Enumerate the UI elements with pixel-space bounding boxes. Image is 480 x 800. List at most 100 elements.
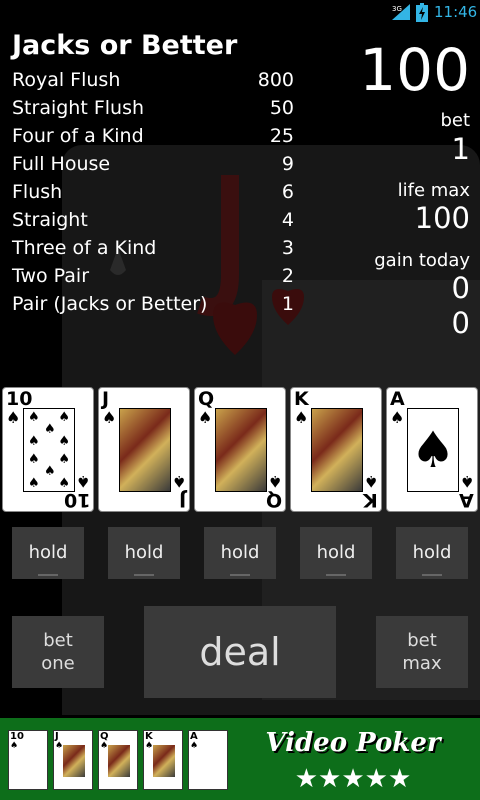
card-rank: J bbox=[178, 489, 186, 511]
card-queen-spades[interactable]: Q ♠ ♠ Q bbox=[194, 387, 286, 512]
card-10-spades[interactable]: 10 ♠ ♠ ♠ ♠ ♠ ♠ ♠ ♠ ♠ ♠ ♠ ♠ 10 bbox=[2, 387, 94, 512]
credits-value: 100 bbox=[359, 36, 470, 104]
hold-indicator bbox=[326, 574, 346, 576]
hold-button-1[interactable]: hold bbox=[12, 527, 84, 579]
hold-label: hold bbox=[28, 542, 68, 563]
hand-name: Flush bbox=[12, 181, 63, 203]
spade-icon: ♠ bbox=[28, 410, 40, 425]
spade-icon: ♠ bbox=[10, 741, 19, 751]
mini-card: K ♠ bbox=[143, 730, 183, 790]
spade-icon: ♠ bbox=[390, 408, 405, 427]
card-rank: 10 bbox=[6, 388, 33, 410]
hold-indicator bbox=[38, 574, 58, 576]
bet-label: bet bbox=[440, 110, 470, 131]
spade-icon: ♠ bbox=[171, 472, 186, 491]
status-bar: 3G 11:46 bbox=[0, 0, 480, 25]
paytable-row: Straight 4 bbox=[12, 209, 294, 237]
paytable-row: Flush 6 bbox=[12, 181, 294, 209]
bet-max-button[interactable]: bet max bbox=[376, 616, 468, 688]
hand-payout: 1 bbox=[281, 293, 294, 315]
spade-icon: ♠ bbox=[28, 452, 40, 467]
hold-indicator bbox=[422, 574, 442, 576]
life-max-value: 100 bbox=[414, 201, 470, 235]
spade-icon: ♠ bbox=[190, 741, 199, 751]
queen-portrait bbox=[215, 408, 267, 492]
hand-name: Full House bbox=[12, 153, 111, 175]
hold-button-2[interactable]: hold bbox=[108, 527, 180, 579]
card-rank: K bbox=[294, 388, 309, 410]
spade-icon: ♠ bbox=[44, 422, 56, 437]
spade-icon: ♠ bbox=[145, 741, 154, 751]
hand-payout: 50 bbox=[269, 97, 294, 119]
hand-name: Straight Flush bbox=[12, 97, 145, 119]
card-rank: 10 bbox=[63, 489, 90, 511]
game-title: Jacks or Better bbox=[12, 30, 238, 61]
card-rank: J bbox=[102, 388, 110, 410]
spade-icon: ♠ bbox=[294, 408, 309, 427]
hold-button-3[interactable]: hold bbox=[204, 527, 276, 579]
mini-card: Q ♠ bbox=[98, 730, 138, 790]
hand-payout: 3 bbox=[281, 237, 294, 259]
spade-icon: ♠ bbox=[198, 408, 213, 427]
life-max-label: life max bbox=[397, 180, 470, 201]
hand-payout: 9 bbox=[281, 153, 294, 175]
hold-button-4[interactable]: hold bbox=[300, 527, 372, 579]
spade-icon: ♠ bbox=[410, 421, 456, 479]
svg-text:3G: 3G bbox=[392, 5, 402, 13]
mini-card: A ♠ bbox=[188, 730, 228, 790]
bet-one-label-line2: one bbox=[41, 653, 75, 674]
spade-icon: ♠ bbox=[363, 472, 378, 491]
spade-icon: ♠ bbox=[75, 472, 90, 491]
deal-button[interactable]: deal bbox=[144, 606, 336, 698]
paytable-row: Full House 9 bbox=[12, 153, 294, 181]
spade-icon: ♠ bbox=[28, 434, 40, 449]
hand-payout: 4 bbox=[281, 209, 294, 231]
hold-button-5[interactable]: hold bbox=[396, 527, 468, 579]
hand-name: Pair (Jacks or Better) bbox=[12, 293, 208, 315]
spade-icon: ♠ bbox=[58, 434, 70, 449]
signal-icon: 3G bbox=[392, 4, 410, 20]
banner-stars: ★★★★★ bbox=[294, 764, 412, 794]
card-jack-spades[interactable]: J ♠ ♠ J bbox=[98, 387, 190, 512]
hand-name: Straight bbox=[12, 209, 88, 231]
spade-icon: ♠ bbox=[100, 741, 109, 751]
card-king-spades[interactable]: K ♠ ♠ K bbox=[290, 387, 382, 512]
hold-label: hold bbox=[124, 542, 164, 563]
paytable-row: Pair (Jacks or Better) 1 bbox=[12, 293, 294, 321]
spade-icon: ♠ bbox=[44, 464, 56, 479]
hand-name: Royal Flush bbox=[12, 69, 121, 91]
mini-card: J ♠ bbox=[53, 730, 93, 790]
paytable-row: Straight Flush 50 bbox=[12, 97, 294, 125]
extra-value: 0 bbox=[451, 306, 470, 340]
bet-value: 1 bbox=[451, 132, 470, 166]
bet-one-button[interactable]: bet one bbox=[12, 616, 104, 688]
card-rank: Q bbox=[265, 489, 282, 511]
card-pips: ♠ ♠ ♠ ♠ ♠ ♠ ♠ ♠ ♠ ♠ bbox=[23, 408, 75, 492]
card-rank: Q bbox=[198, 388, 215, 410]
paytable-row: Three of a Kind 3 bbox=[12, 237, 294, 265]
mini-card-portrait bbox=[153, 745, 175, 777]
king-portrait bbox=[311, 408, 363, 492]
bet-max-label-line2: max bbox=[402, 653, 442, 674]
hand-payout: 6 bbox=[281, 181, 294, 203]
spade-icon: ♠ bbox=[58, 452, 70, 467]
paytable-row: Two Pair 2 bbox=[12, 265, 294, 293]
bet-one-label-line1: bet bbox=[43, 630, 73, 651]
mini-card-portrait bbox=[63, 745, 85, 777]
hold-label: hold bbox=[220, 542, 260, 563]
hold-indicator bbox=[134, 574, 154, 576]
spade-icon: ♠ bbox=[6, 408, 21, 427]
spade-icon: ♠ bbox=[28, 476, 40, 491]
hand-payout: 25 bbox=[269, 125, 294, 147]
ace-center: ♠ bbox=[407, 408, 459, 492]
hand-payout: 800 bbox=[257, 69, 294, 91]
card-ace-spades[interactable]: A ♠ ♠ ♠ A bbox=[386, 387, 478, 512]
jack-portrait bbox=[119, 408, 171, 492]
hand-name: Four of a Kind bbox=[12, 125, 144, 147]
hold-label: hold bbox=[316, 542, 356, 563]
battery-icon bbox=[416, 3, 428, 22]
card-rank: K bbox=[363, 489, 378, 511]
spade-icon: ♠ bbox=[267, 472, 282, 491]
gain-today-label: gain today bbox=[374, 250, 470, 271]
banner-title: Video Poker bbox=[265, 728, 441, 758]
